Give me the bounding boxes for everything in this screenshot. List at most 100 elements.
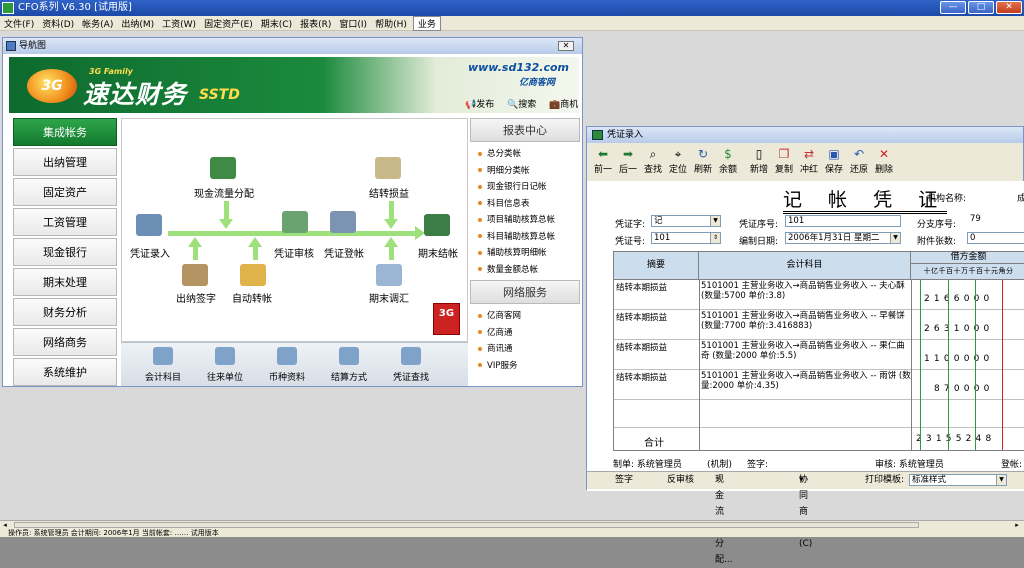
network-item[interactable]: 亿商客网 <box>478 308 580 325</box>
sidebar-item-cash-bank[interactable]: 现金银行 <box>13 238 117 266</box>
balance-button[interactable]: $ 余额 <box>716 147 740 175</box>
network-item[interactable]: VIP服务 <box>478 358 580 375</box>
report-item[interactable]: 总分类帐 <box>478 146 580 163</box>
search-link[interactable]: 🔍搜索 <box>507 97 536 110</box>
voucher-search-button[interactable]: 凭证查找 <box>381 347 441 383</box>
collab-button[interactable]: 协同商务(C) ▾ <box>799 472 812 549</box>
refresh-button[interactable]: ↻ 刷新 <box>691 147 715 175</box>
contacts-button[interactable]: 往来单位 <box>195 347 255 383</box>
word-select[interactable]: 记 ▼ <box>651 215 721 227</box>
table-row[interactable]: 结转本期损益 5101001 主营业务收入→商品销售业务收入 -- 果仁曲奇 (… <box>614 340 1024 370</box>
voucher-entry-icon[interactable] <box>136 214 162 236</box>
menu-data[interactable]: 资料(D) <box>38 17 78 30</box>
sidebar-item-integrated-accounts[interactable]: 集成帐务 <box>13 118 117 146</box>
cash-flow-icon[interactable] <box>210 157 236 179</box>
flow-carry-pl[interactable]: 结转损益 <box>369 185 409 200</box>
save-button[interactable]: ▣ 保存 <box>822 147 846 175</box>
prev-button[interactable]: ⬅ 前一 <box>591 147 615 175</box>
new-button[interactable]: ▯ 新增 <box>747 147 771 175</box>
sidebar-item-fixed-assets[interactable]: 固定资产 <box>13 178 117 206</box>
flow-auto-transfer[interactable]: 自动转帐 <box>232 290 272 305</box>
seq-field[interactable]: 101 <box>785 215 901 227</box>
locate-button[interactable]: ⌖ 定位 <box>666 147 690 175</box>
banner-url[interactable]: www.sd132.com <box>468 61 569 74</box>
opportunity-link[interactable]: 💼商机 <box>549 97 578 110</box>
horizontal-scrollbar[interactable]: ◂ ▸ <box>0 520 1024 529</box>
menu-cashier[interactable]: 出纳(M) <box>117 17 158 30</box>
restore-button[interactable]: ↶ 还原 <box>847 147 871 175</box>
report-item[interactable]: 现金银行日记帐 <box>478 179 580 196</box>
settlement-icon <box>339 347 359 365</box>
menu-file[interactable]: 文件(F) <box>0 17 38 30</box>
flow-cash-flow[interactable]: 现金流量分配 <box>194 185 254 200</box>
menu-payroll[interactable]: 工资(W) <box>158 17 200 30</box>
menu-help[interactable]: 帮助(H) <box>371 17 411 30</box>
find-icon: ⌕ <box>649 147 657 161</box>
branch-field[interactable]: 79 <box>967 213 1024 225</box>
voucher-audit-icon[interactable] <box>282 211 308 233</box>
menu-accounts[interactable]: 帐务(A) <box>78 17 117 30</box>
report-item[interactable]: 明细分类帐 <box>478 163 580 180</box>
next-button[interactable]: ➡ 后一 <box>616 147 640 175</box>
scroll-left-icon[interactable]: ◂ <box>0 521 10 529</box>
reverse-button[interactable]: ⇄ 冲红 <box>797 147 821 175</box>
flow-voucher-entry[interactable]: 凭证录入 <box>130 245 170 260</box>
network-item[interactable]: 亿商通 <box>478 325 580 342</box>
minimize-button[interactable]: — <box>940 1 966 14</box>
find-button[interactable]: ⌕ 查找 <box>641 147 665 175</box>
flow-cashier-sign[interactable]: 出纳签字 <box>176 290 216 305</box>
scroll-right-icon[interactable]: ▸ <box>1012 521 1022 529</box>
table-row-empty[interactable] <box>614 400 1024 428</box>
menu-window[interactable]: 窗口(I) <box>335 17 371 30</box>
close-button[interactable]: ✕ <box>996 1 1022 14</box>
carry-pl-icon[interactable] <box>375 157 401 179</box>
sidebar-item-period-end[interactable]: 期末处理 <box>13 268 117 296</box>
delete-button[interactable]: ✕ 删除 <box>872 147 896 175</box>
sidebar-item-maintenance[interactable]: 系统维护 <box>13 358 117 386</box>
sidebar-item-cashier[interactable]: 出纳管理 <box>13 148 117 176</box>
chart-of-accounts-button[interactable]: 会计科目 <box>133 347 193 383</box>
maker: 制单: 系统管理员 <box>613 460 682 470</box>
report-item[interactable]: 数量金额总帐 <box>478 262 580 279</box>
auto-transfer-icon[interactable] <box>240 264 266 286</box>
date-field[interactable]: 2006年1月31日 星期二 ▼ <box>785 232 901 244</box>
voucher-post-icon[interactable] <box>330 211 356 233</box>
flow-period-adjust[interactable]: 期末调汇 <box>369 290 409 305</box>
flow-voucher-post[interactable]: 凭证登帐 <box>324 245 364 260</box>
report-item[interactable]: 辅助核算明细帐 <box>478 245 580 262</box>
table-row[interactable]: 结转本期损益 5101001 主营业务收入→商品销售业务收入 -- 夫心酥 (数… <box>614 280 1024 310</box>
no-field[interactable]: 101 ⇕ <box>651 232 721 244</box>
period-close-icon[interactable] <box>424 214 450 236</box>
print-template-select[interactable]: 标准样式 ▼ <box>909 474 1007 486</box>
menu-fixed-assets[interactable]: 固定资产(E) <box>200 17 257 30</box>
scroll-thumb[interactable] <box>14 522 919 528</box>
currency-button[interactable]: 币种资料 <box>257 347 317 383</box>
settlement-button[interactable]: 结算方式 <box>319 347 379 383</box>
unaudit-button[interactable]: 反审核 <box>667 472 694 488</box>
menu-business[interactable]: 业务 <box>412 15 441 31</box>
sign-button[interactable]: 签字 <box>615 472 633 488</box>
network-item[interactable]: 商讯通 <box>478 341 580 358</box>
sidebar-item-analysis[interactable]: 财务分析 <box>13 298 117 326</box>
report-item[interactable]: 项目辅助核算总帐 <box>478 212 580 229</box>
menu-reports[interactable]: 报表(R) <box>296 17 335 30</box>
flow-period-close[interactable]: 期末结帐 <box>418 245 458 260</box>
menu-period[interactable]: 期末(C) <box>257 17 296 30</box>
sidebar-item-ecommerce[interactable]: 网络商务 <box>13 328 117 356</box>
sidebar-item-payroll[interactable]: 工资管理 <box>13 208 117 236</box>
maximize-button[interactable]: □ <box>968 1 994 14</box>
publish-link[interactable]: 📢发布 <box>465 97 494 110</box>
table-row[interactable]: 结转本期损益 5101001 主营业务收入→商品销售业务收入 -- 早餐饼 (数… <box>614 310 1024 340</box>
attach-field[interactable]: 0 <box>967 232 1024 244</box>
voucher-body: 记 帐 凭 证 机构名称: 成 凭证字: 记 ▼ 凭证序号: 101 分支序号: … <box>587 181 1024 491</box>
copy-button[interactable]: ❐ 复制 <box>772 147 796 175</box>
period-adjust-icon[interactable] <box>376 264 402 286</box>
poster: 登帐: <box>1001 460 1023 470</box>
cashier-sign-icon[interactable] <box>182 264 208 286</box>
report-item[interactable]: 科目辅助核算总帐 <box>478 229 580 246</box>
table-row[interactable]: 结转本期损益 5101001 主营业务收入→商品销售业务收入 -- 雨饼 (数量… <box>614 370 1024 400</box>
flow-voucher-audit[interactable]: 凭证审核 <box>274 245 314 260</box>
nav-close-button[interactable]: ✕ <box>558 41 574 51</box>
badge-3g: 3G <box>433 303 460 335</box>
report-item[interactable]: 科目信息表 <box>478 196 580 213</box>
